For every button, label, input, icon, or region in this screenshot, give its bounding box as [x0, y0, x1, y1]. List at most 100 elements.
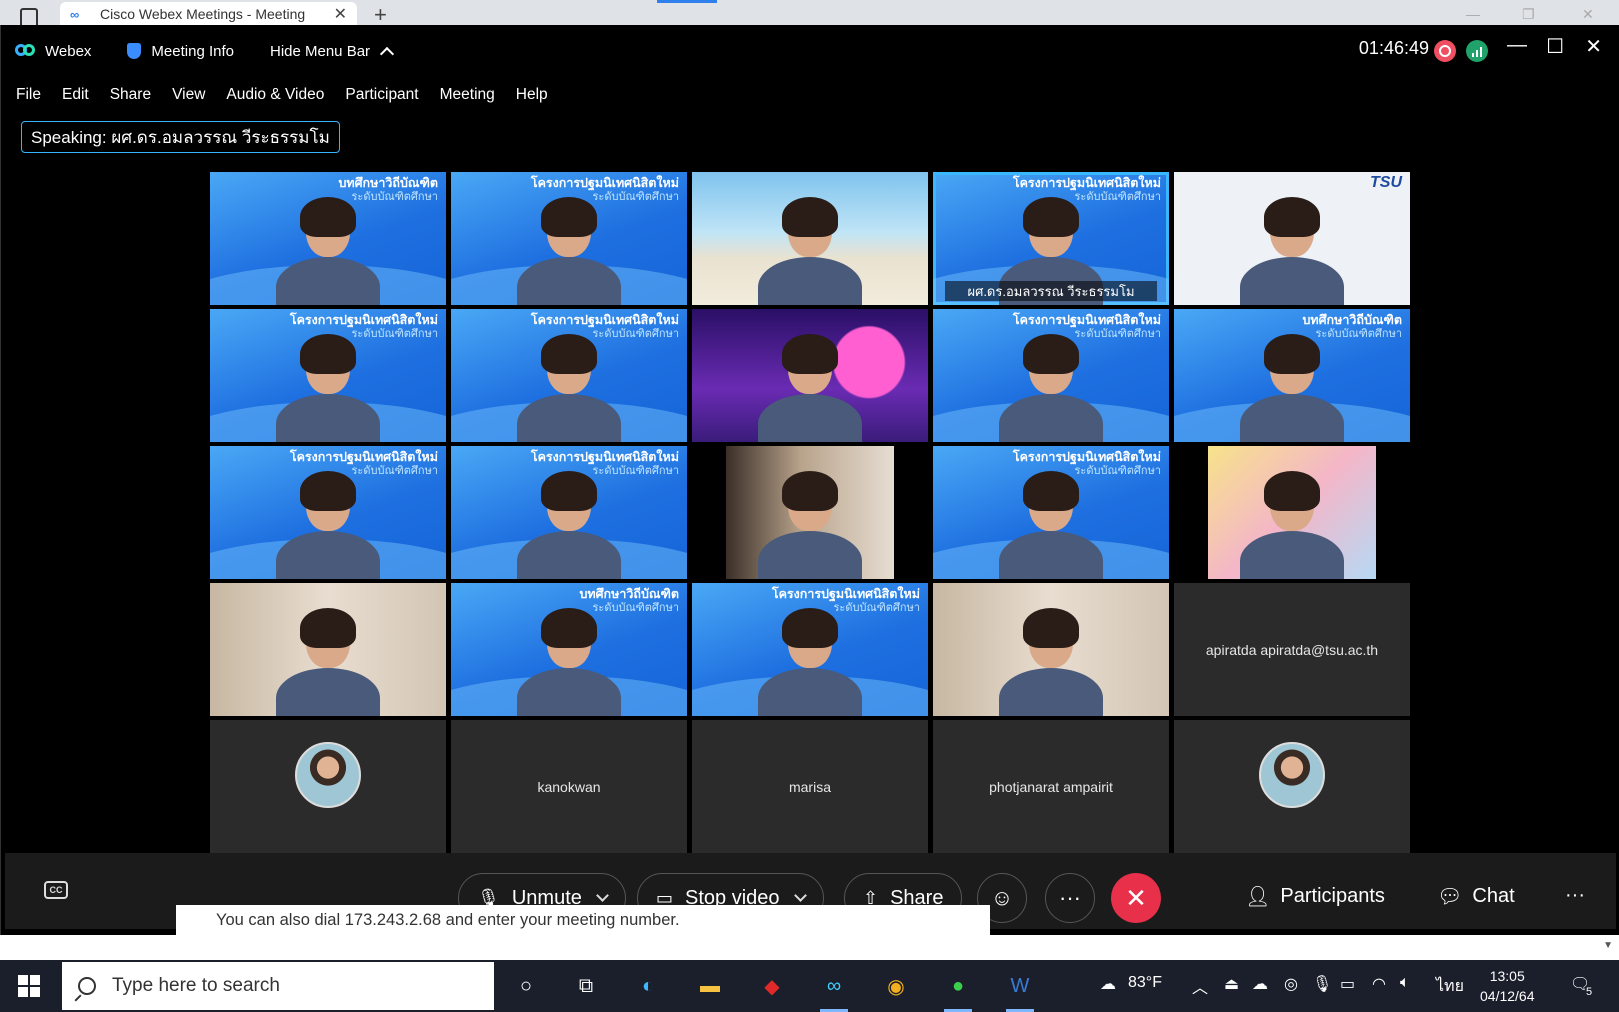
page-background: [0, 935, 1619, 961]
participants-button[interactable]: 👤︎ Participants: [1245, 884, 1385, 909]
line-icon[interactable]: ●: [942, 970, 974, 1012]
menu-edit[interactable]: Edit: [62, 86, 89, 104]
video-tile[interactable]: โครงการปฐมนิเทศนิสิตใหม่ ระดับบัณฑิตศึกษา…: [933, 172, 1169, 305]
video-tile[interactable]: TSU: [1174, 172, 1410, 305]
mcafee-icon[interactable]: ◆: [756, 970, 788, 1002]
participant-video: [268, 469, 388, 579]
participant-video: [1232, 469, 1352, 579]
menu-participant[interactable]: Participant: [345, 86, 418, 104]
banner-title: โครงการปฐมนิเทศนิสิตใหม่: [771, 587, 920, 601]
participant-video: [509, 332, 629, 442]
video-tile[interactable]: โครงการปฐมนิเทศนิสิตใหม่ ระดับบัณฑิตศึกษา: [451, 309, 687, 442]
chat-button[interactable]: 💬︎ Chat: [1437, 884, 1515, 909]
menu-view[interactable]: View: [172, 86, 205, 104]
video-tile[interactable]: โครงการปฐมนิเทศนิสิตใหม่ ระดับบัณฑิตศึกษา: [451, 446, 687, 579]
banner-title: บทศึกษาวิถีบัณฑิต: [1302, 313, 1402, 327]
clock-time: 13:05: [1489, 968, 1525, 984]
more-options-button[interactable]: ···: [1045, 873, 1095, 923]
video-tile[interactable]: โครงการปฐมนิเทศนิสิตใหม่ ระดับบัณฑิตศึกษา: [933, 309, 1169, 442]
video-tile[interactable]: โครงการปฐมนิเทศนิสิตใหม่ ระดับบัณฑิตศึกษา: [210, 309, 446, 442]
webex-logo-icon: [15, 44, 37, 58]
usb-icon[interactable]: ⏏: [1224, 974, 1239, 994]
participant-video: [750, 195, 870, 305]
participant-video: [268, 606, 388, 716]
microphone-tray-icon[interactable]: 🎙︎: [1312, 974, 1332, 994]
video-tile[interactable]: [1174, 720, 1410, 853]
recording-icon[interactable]: [1434, 40, 1456, 62]
participant-video: [1232, 332, 1352, 442]
camera-tray-icon[interactable]: ◎: [1284, 974, 1298, 994]
chevron-down-icon[interactable]: [793, 889, 807, 902]
video-tile[interactable]: [933, 583, 1169, 716]
word-icon[interactable]: W: [1004, 970, 1036, 1012]
tab-close-icon[interactable]: ✕: [334, 4, 347, 24]
meeting-info-button[interactable]: Meeting Info: [127, 43, 234, 60]
video-tile[interactable]: บทศึกษาวิถีบัณฑิต ระดับบัณฑิตศึกษา: [1174, 309, 1410, 442]
video-tile[interactable]: marisa: [692, 720, 928, 853]
end-call-button[interactable]: ✕: [1111, 873, 1161, 923]
video-tile[interactable]: [210, 720, 446, 853]
weather-temp[interactable]: 83°F: [1128, 974, 1162, 992]
browser-close-icon[interactable]: ✕: [1582, 6, 1594, 23]
video-tile[interactable]: โครงการปฐมนิเทศนิสิตใหม่ ระดับบัณฑิตศึกษา: [692, 583, 928, 716]
tray-overflow-icon[interactable]: ︿: [1192, 974, 1208, 998]
video-tile[interactable]: โครงการปฐมนิเทศนิสิตใหม่ ระดับบัณฑิตศึกษา: [210, 446, 446, 579]
chevron-down-icon[interactable]: [596, 889, 609, 902]
windows-start-icon[interactable]: [18, 975, 40, 997]
banner-title: โครงการปฐมนิเทศนิสิตใหม่: [530, 450, 679, 464]
task-view-icon[interactable]: ⧉: [570, 970, 602, 1002]
video-tile[interactable]: [1174, 446, 1410, 579]
scroll-down-arrow[interactable]: ▼: [1603, 940, 1613, 951]
search-icon: [78, 977, 96, 995]
hide-menu-bar-button[interactable]: Hide Menu Bar: [270, 43, 395, 61]
participant-video: [268, 332, 388, 442]
cortana-icon[interactable]: ○: [510, 970, 542, 1002]
chrome-icon[interactable]: ◉: [880, 970, 912, 1002]
onedrive-warning-icon[interactable]: ☁: [1252, 974, 1268, 994]
taskbar-clock[interactable]: 13:05 04/12/64: [1480, 966, 1535, 1006]
participant-video: [991, 332, 1111, 442]
participant-video: [750, 606, 870, 716]
video-tile[interactable]: โครงการปฐมนิเทศนิสิตใหม่ ระดับบัณฑิตศึกษา: [451, 172, 687, 305]
webex-taskbar-icon[interactable]: ∞: [818, 970, 850, 1012]
volume-icon[interactable]: 🔈︎: [1400, 974, 1410, 992]
menu-share[interactable]: Share: [110, 86, 151, 104]
browser-maximize-icon[interactable]: ❐: [1522, 6, 1535, 23]
file-explorer-icon[interactable]: ▬: [694, 970, 726, 1002]
participant-video: [509, 606, 629, 716]
window-close-button[interactable]: ✕: [1585, 34, 1602, 59]
menu-file[interactable]: File: [16, 86, 41, 104]
video-tile[interactable]: kanokwan: [451, 720, 687, 853]
input-language[interactable]: ไทย: [1436, 974, 1464, 999]
participant-video: [991, 469, 1111, 579]
window-maximize-button[interactable]: ☐: [1546, 34, 1564, 59]
closed-caption-button[interactable]: CC: [44, 881, 68, 899]
video-tile[interactable]: [692, 309, 928, 442]
battery-icon[interactable]: ▭: [1340, 974, 1355, 994]
chat-label: Chat: [1472, 885, 1515, 907]
browser-sidebar-icon[interactable]: [20, 8, 38, 25]
video-tile[interactable]: [692, 446, 928, 579]
browser-tab[interactable]: ∞ Cisco Webex Meetings - Meeting ✕: [60, 2, 357, 25]
video-tile[interactable]: [210, 583, 446, 716]
menu-help[interactable]: Help: [516, 86, 548, 104]
menu-bar: File Edit Share View Audio & Video Parti…: [1, 77, 569, 113]
video-tile[interactable]: apiratda apiratda@tsu.ac.th: [1174, 583, 1410, 716]
video-tile[interactable]: photjanarat ampairit: [933, 720, 1169, 853]
menu-audio-video[interactable]: Audio & Video: [226, 86, 324, 104]
edge-icon[interactable]: ◐: [632, 970, 664, 1002]
browser-minimize-icon[interactable]: —: [1466, 6, 1480, 22]
weather-icon[interactable]: ☁: [1100, 974, 1116, 994]
connection-stats-icon[interactable]: [1466, 40, 1488, 62]
video-tile[interactable]: โครงการปฐมนิเทศนิสิตใหม่ ระดับบัณฑิตศึกษา: [933, 446, 1169, 579]
wifi-icon[interactable]: ◠: [1372, 974, 1386, 994]
menu-meeting[interactable]: Meeting: [440, 86, 495, 104]
video-tile[interactable]: บทศึกษาวิถีบัณฑิต ระดับบัณฑิตศึกษา: [451, 583, 687, 716]
window-minimize-button[interactable]: —: [1507, 34, 1527, 57]
participant-name: apiratda apiratda@tsu.ac.th: [1205, 641, 1379, 658]
taskbar-search[interactable]: Type here to search: [62, 962, 494, 1010]
overflow-menu-button[interactable]: ···: [1565, 884, 1585, 907]
participant-video: [750, 332, 870, 442]
video-tile[interactable]: บทศึกษาวิถีบัณฑิต ระดับบัณฑิตศึกษา: [210, 172, 446, 305]
video-tile[interactable]: [692, 172, 928, 305]
